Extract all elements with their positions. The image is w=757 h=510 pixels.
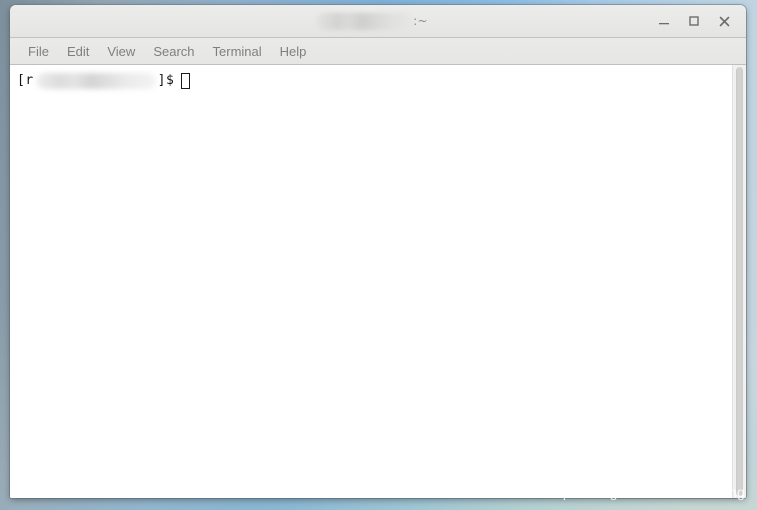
prompt-redacted-user-host [35,72,156,89]
prompt-prefix: [r [17,73,34,88]
window-title-redacted-text [316,12,413,30]
window-title-suffix: :~ [413,14,428,28]
maximize-button[interactable] [680,8,708,34]
menu-bar[interactable]: File Edit View Search Terminal Help [10,38,746,65]
menu-item-help[interactable]: Help [271,41,316,62]
menu-item-search[interactable]: Search [144,41,203,62]
terminal-body[interactable]: [r ]$ [10,65,746,498]
close-button[interactable] [710,8,738,34]
window-controls[interactable] [650,5,738,37]
menu-item-view[interactable]: View [98,41,144,62]
menu-item-terminal[interactable]: Terminal [204,41,271,62]
terminal-scrollbar-thumb[interactable] [736,67,743,496]
window-title: :~ [10,5,746,37]
terminal-window[interactable]: :~ File Edit View Search Terminal Help [… [10,5,746,498]
maximize-icon [688,15,700,27]
close-icon [718,15,731,28]
terminal-screen[interactable]: [r ]$ [10,65,732,498]
menu-item-edit[interactable]: Edit [58,41,98,62]
terminal-cursor[interactable] [181,72,191,89]
terminal-scrollbar[interactable] [732,65,746,498]
prompt-suffix: ]$ [157,73,175,88]
minimize-button[interactable] [650,8,678,34]
menu-item-file[interactable]: File [19,41,58,62]
minimize-icon [658,15,670,27]
window-title-bar[interactable]: :~ [10,5,746,38]
shell-prompt-line: [r ]$ [17,72,732,89]
desktop-background: :~ File Edit View Search Terminal Help [… [0,0,757,510]
